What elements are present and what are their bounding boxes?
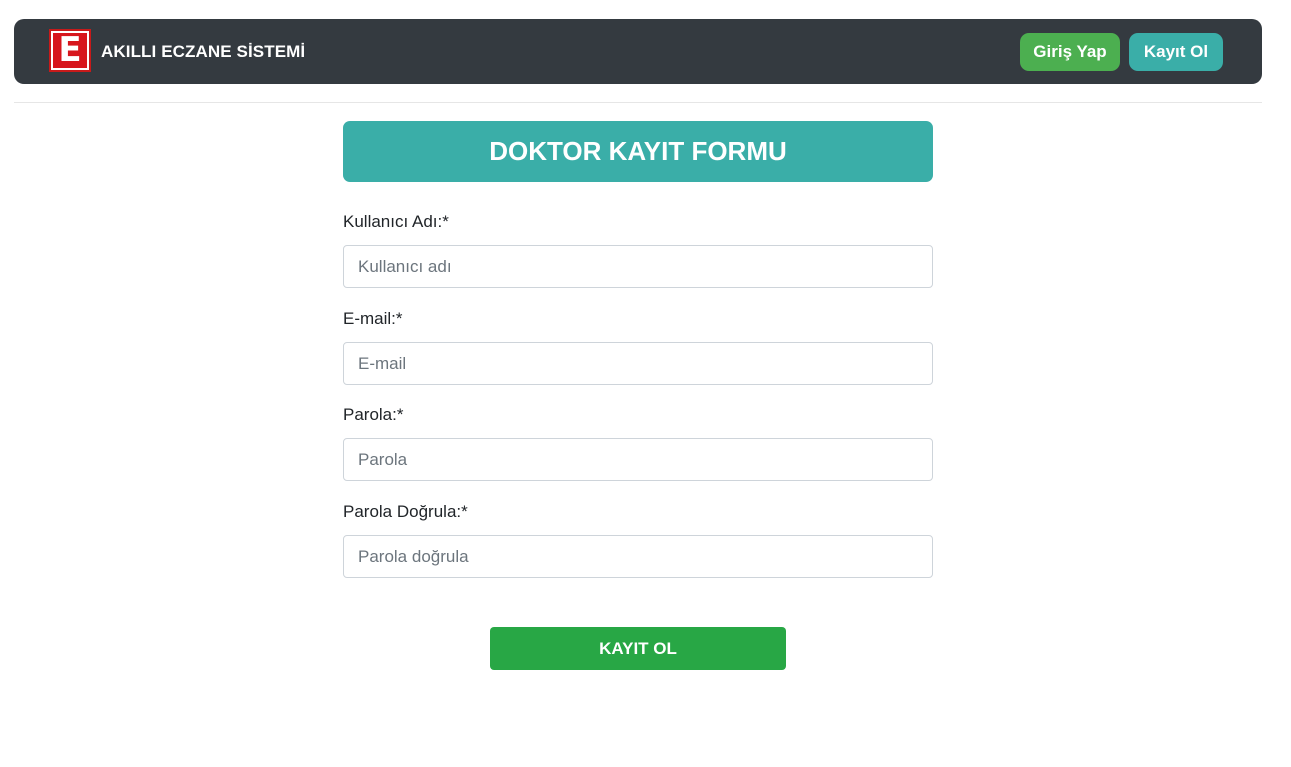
navbar-divider xyxy=(14,102,1262,103)
password-confirm-label: Parola Doğrula:* xyxy=(343,502,468,521)
form-title: DOKTOR KAYIT FORMU xyxy=(343,121,933,182)
password-input[interactable] xyxy=(343,438,933,481)
pharmacy-e-logo-icon[interactable]: E xyxy=(49,29,91,72)
email-label: E-mail:* xyxy=(343,309,403,328)
username-label: Kullanıcı Adı:* xyxy=(343,212,449,231)
login-button[interactable]: Giriş Yap xyxy=(1020,33,1120,71)
register-nav-button[interactable]: Kayıt Ol xyxy=(1129,33,1223,71)
email-input[interactable] xyxy=(343,342,933,385)
username-input[interactable] xyxy=(343,245,933,288)
password-label: Parola:* xyxy=(343,405,404,424)
logo-letter: E xyxy=(53,33,87,68)
brand-title[interactable]: AKILLI ECZANE SİSTEMİ xyxy=(101,19,305,84)
top-navbar: E AKILLI ECZANE SİSTEMİ Giriş Yap Kayıt … xyxy=(14,19,1262,84)
password-confirm-input[interactable] xyxy=(343,535,933,578)
register-submit-button[interactable]: KAYIT OL xyxy=(490,627,786,670)
